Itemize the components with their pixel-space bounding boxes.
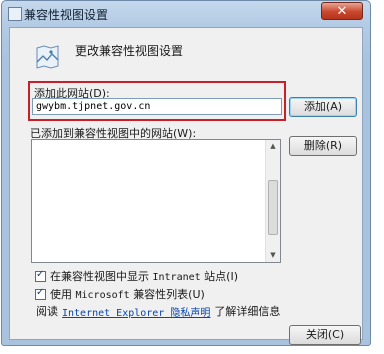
compat-view-icon [36, 45, 59, 69]
dialog-client-area: 更改兼容性视图设置 添加此网站(D): 添加(A) 已添加到兼容性视图中的网站(… [9, 27, 363, 345]
intranet-checkbox[interactable] [35, 269, 46, 282]
privacy-prefix: 阅读 [36, 305, 58, 318]
scroll-up-arrow-icon[interactable]: ▲ [266, 140, 280, 153]
window-app-icon [8, 7, 22, 21]
close-dialog-button[interactable]: 关闭(C) [289, 325, 361, 345]
scroll-thumb[interactable] [268, 180, 278, 235]
privacy-row: 阅读 Internet Explorer 隐私声明 了解详细信息 [36, 303, 280, 319]
intranet-option[interactable]: 在兼容性视图中显示 Intranet 站点(I) [35, 268, 238, 284]
mslist-option[interactable]: 使用 Microsoft 兼容性列表(U) [35, 286, 205, 302]
site-list[interactable]: ▲ ▼ [31, 139, 281, 263]
privacy-suffix: 了解详细信息 [214, 305, 281, 318]
mslist-checkbox[interactable] [35, 287, 46, 300]
title-bar[interactable]: 兼容性视图设置 ✕ [2, 1, 370, 25]
privacy-statement-link[interactable]: Internet Explorer 隐私声明 [62, 304, 210, 319]
header-title: 更改兼容性视图设置 [75, 44, 184, 58]
scroll-down-arrow-icon[interactable]: ▼ [266, 249, 280, 262]
dialog-window: 兼容性视图设置 ✕ 更改兼容性视图设置 添加此网站(D): 添加(A) 已添加到… [1, 0, 371, 346]
intranet-option-label: 在兼容性视图中显示 Intranet 站点(I) [50, 270, 238, 283]
window-title: 兼容性视图设置 [24, 8, 109, 22]
remove-button[interactable]: 删除(R) [289, 136, 357, 156]
mslist-option-label: 使用 Microsoft 兼容性列表(U) [50, 288, 205, 301]
add-site-input[interactable] [32, 98, 282, 115]
site-list-scrollbar[interactable]: ▲ ▼ [265, 140, 280, 262]
add-button[interactable]: 添加(A) [289, 97, 357, 117]
close-window-button[interactable]: ✕ [321, 2, 363, 20]
